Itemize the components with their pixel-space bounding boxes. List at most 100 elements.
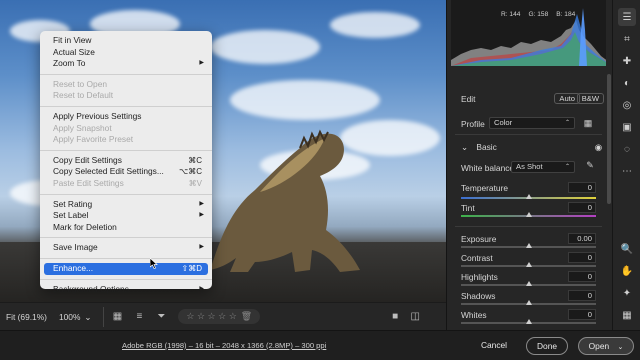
temperature-slider[interactable] [461,194,596,199]
menu-item-apply-favorite-preset: Apply Favorite Preset [53,134,134,145]
menu-item-set-rating[interactable]: Set Rating ▶ [40,199,212,211]
menu-item-save-image[interactable]: Save Image ▶ [40,242,212,254]
fit-zoom-select[interactable]: Fit (69.1%) [0,309,53,325]
menu-separator [40,105,212,107]
menu-item-copy-selected-edit-settings[interactable]: Copy Selected Edit Settings... ⌥⌘C [40,166,212,178]
snapshots-icon[interactable]: ▣ [618,118,636,136]
presets-icon[interactable]: ◌ [618,140,636,158]
whites-value[interactable]: 0 [568,309,596,320]
sort-icon[interactable]: ≡ [132,310,146,324]
iguana-subject [210,129,360,272]
temperature-label: Temperature [461,183,509,193]
collapse-chevron-icon[interactable]: ⌄ [461,142,468,152]
histogram: R: 144 G: 158 B: 184 [451,0,609,66]
zoom-icon[interactable]: 🔍 [618,240,636,258]
tint-slider[interactable] [461,212,596,217]
more-options-icon[interactable]: ⋯ [618,162,636,180]
exposure-thumb[interactable] [525,243,532,248]
shadows-value[interactable]: 0 [568,290,596,301]
exposure-value[interactable]: 0.00 [568,233,596,244]
cancel-button[interactable]: Cancel [470,337,518,355]
contrast-label: Contrast [461,253,493,263]
white-balance-select[interactable]: As Shot ⌃ [511,161,575,173]
red-value: R: 144 [501,11,521,18]
menu-item-apply-previous-settings[interactable]: Apply Previous Settings [40,111,212,123]
zoom-level-select[interactable]: 100% ⌄ [53,309,97,325]
edit-panel: R: 144 G: 158 B: 184 Edit Auto B&W Profi… [446,0,612,330]
filmstrip-icon[interactable]: ▦ [110,310,124,324]
profile-browser-icon[interactable]: ▦ [581,116,595,130]
menu-separator [40,237,212,239]
crop-icon[interactable]: ⌗ [618,30,636,48]
tint-value[interactable]: 0 [568,202,596,213]
menu-item-copy-edit-settings[interactable]: Copy Edit Settings ⌘C [40,155,212,167]
chevron-icon: ⌃ [564,164,570,170]
chevron-down-icon[interactable]: ⌄ [617,344,623,351]
contrast-thumb[interactable] [525,262,532,267]
rating-stars-text[interactable]: ☆ ☆ ☆ ☆ ☆ [186,311,236,322]
image-canvas[interactable]: Fit in View Actual Size Zoom To ▶ Reset t… [0,0,446,302]
menu-item-background-options[interactable]: Background Options ▶ [40,284,212,296]
red-eye-icon[interactable]: ◎ [618,96,636,114]
edit-sliders-icon[interactable]: ☰ [618,8,636,26]
trash-icon[interactable]: 🗑 [241,311,252,322]
menu-separator [40,278,212,280]
hand-icon[interactable]: ✋ [618,262,636,280]
menu-item-reset-to-default: Reset to Default [53,90,114,101]
submenu-arrow-icon: ▶ [199,244,204,251]
eyedropper-icon[interactable]: ✎ [583,158,597,172]
shadows-slider[interactable] [461,300,596,305]
highlights-value[interactable]: 0 [568,271,596,282]
temperature-thumb[interactable] [525,194,532,199]
whites-thumb[interactable] [525,319,532,324]
exposure-slider[interactable] [461,243,596,248]
rating-stars[interactable]: ☆ ☆ ☆ ☆ ☆ 🗑 [178,309,261,324]
scrollbar-thumb[interactable] [607,74,611,204]
temperature-value[interactable]: 0 [568,182,596,193]
highlights-slider[interactable] [461,281,596,286]
profile-select[interactable]: Color ⌃ [489,117,575,129]
workflow-options-link[interactable]: Adobe RGB (1998) – 16 bit – 2048 x 1366 … [122,341,326,350]
profile-label: Profile [461,119,485,129]
shadows-label: Shadows [461,291,496,301]
blue-value: B: 184 [556,11,576,18]
masking-icon[interactable]: ◐ [618,74,636,92]
open-label: Open [588,341,610,351]
menu-separator [40,149,212,151]
basic-section-title[interactable]: Basic [476,142,496,152]
before-after-icon[interactable]: ◫ [408,310,422,324]
grid-overlay-icon[interactable]: ▦ [618,306,636,324]
canvas-toolbar: Fit (69.1%) 100% ⌄ ▦ ≡ ⏷ ☆ ☆ ☆ ☆ ☆ 🗑 ■ ◫ [0,302,446,330]
menu-item-mark-for-deletion[interactable]: Mark for Deletion [40,222,212,234]
shadows-thumb[interactable] [525,300,532,305]
highlights-thumb[interactable] [525,281,532,286]
menu-item-actual-size[interactable]: Actual Size [40,47,212,59]
open-button[interactable]: Open ⌄ [578,337,634,355]
tint-thumb[interactable] [525,212,532,217]
green-value: G: 158 [528,11,549,18]
menu-item-fit-in-view[interactable]: Fit in View [40,35,212,47]
menu-item-reset-to-open: Reset to Open [53,78,108,89]
chevron-icon: ⌃ [564,120,570,126]
visibility-eye-icon[interactable]: ◉ [595,142,602,152]
menu-item-apply-snapshot: Apply Snapshot [53,122,112,133]
whites-slider[interactable] [461,319,596,324]
menu-separator [40,257,212,259]
menu-item-set-label[interactable]: Set Label ▶ [40,210,212,222]
highlights-label: Highlights [461,272,498,282]
exposure-label: Exposure [461,234,497,244]
contrast-slider[interactable] [461,262,596,267]
toggle-sampler-icon[interactable]: ✦ [618,284,636,302]
edit-title: Edit [461,94,476,104]
menu-item-enhance[interactable]: Enhance... ⇧⌘D [44,262,208,275]
view-mode-icon[interactable]: ■ [388,310,402,324]
contrast-value[interactable]: 0 [568,252,596,263]
filter-icon[interactable]: ⏷ [154,310,168,324]
menu-item-zoom-to[interactable]: Zoom To ▶ [40,58,212,70]
bw-button[interactable]: B&W [576,93,604,104]
tool-strip: ☰ ⌗ ✚ ◐ ◎ ▣ ◌ ⋯ 🔍 ✋ ✦ ▦ [612,0,640,330]
menu-item-paste-edit-settings: Paste Edit Settings ⌘V [53,177,202,188]
healing-brush-icon[interactable]: ✚ [618,52,636,70]
submenu-arrow-icon: ▶ [199,200,204,207]
done-button[interactable]: Done [526,337,568,355]
